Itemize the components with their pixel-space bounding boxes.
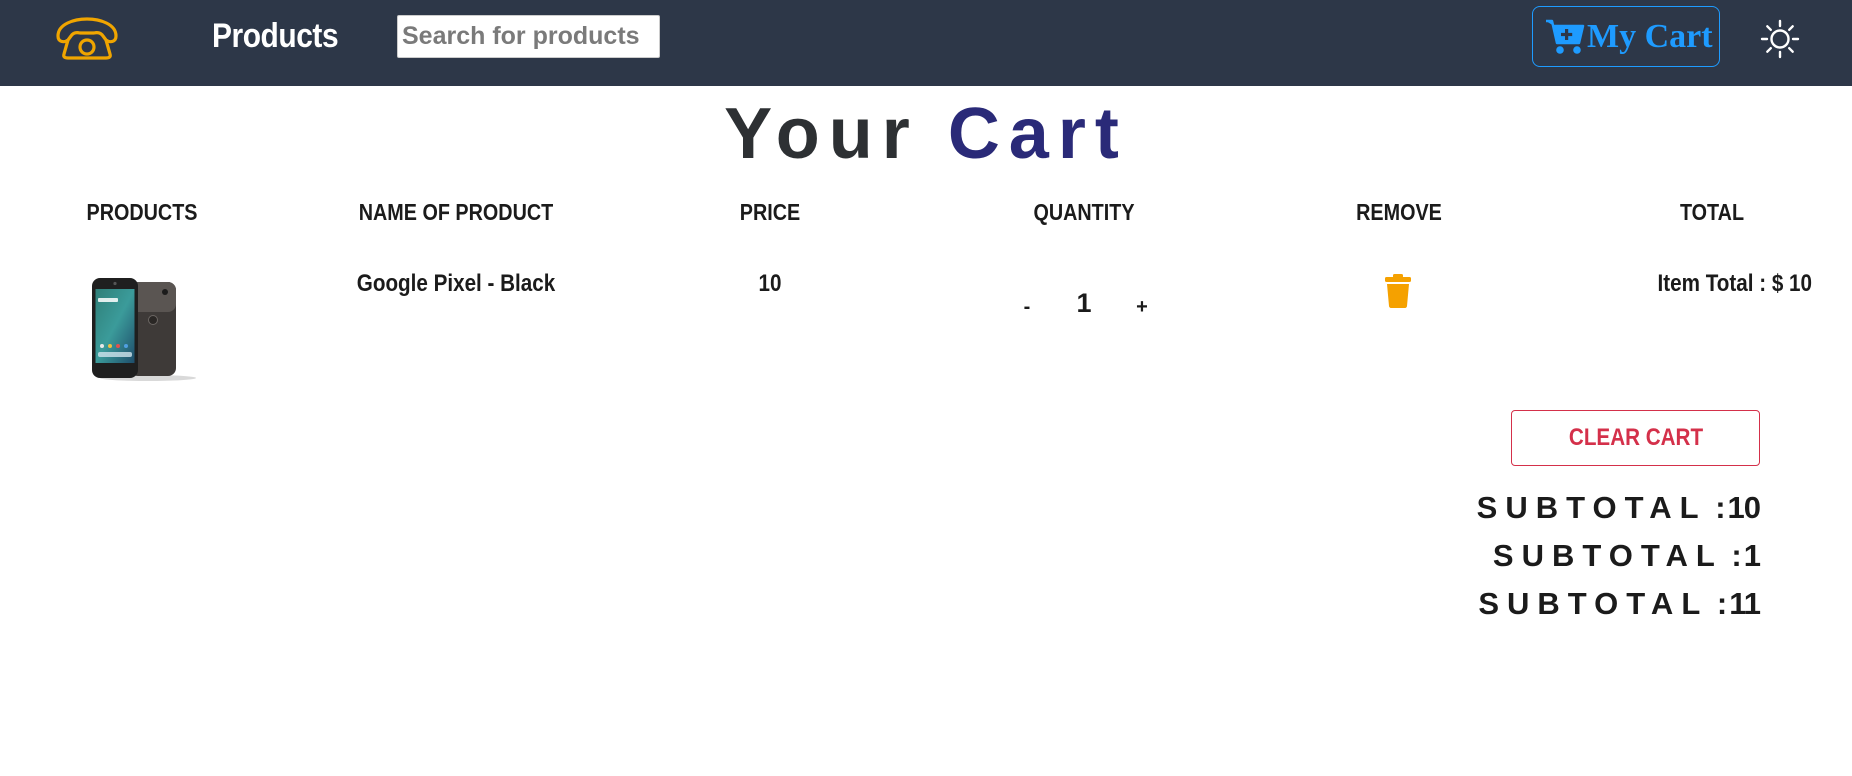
clear-cart-label: CLEAR CART (1568, 424, 1703, 451)
my-cart-label: My Cart (1587, 17, 1713, 55)
decrement-button[interactable]: - (1012, 292, 1042, 322)
header-quantity: QUANTITY (1033, 199, 1135, 225)
clear-cart-button[interactable]: CLEAR CART (1511, 410, 1760, 466)
page-title-part2: Cart (947, 94, 1128, 174)
header-products: PRODUCTS (86, 199, 198, 225)
header-total: TOTAL (1679, 199, 1745, 225)
summary-value: 1 (1743, 538, 1761, 573)
summary-tax: SUBTOTAL :1 (1492, 536, 1761, 576)
search-input[interactable] (397, 15, 660, 58)
summary-label: SUBTOTAL (1478, 586, 1709, 621)
trash-icon[interactable] (1384, 274, 1412, 308)
summary-label: SUBTOTAL (1492, 538, 1723, 573)
summary-sep: : (1731, 538, 1742, 573)
item-total: Item Total : $ 10 (1657, 270, 1812, 297)
telephone-icon[interactable] (54, 16, 120, 60)
summary-label: SUBTOTAL (1476, 490, 1707, 525)
product-name: Google Pixel - Black (356, 270, 556, 297)
header-name: NAME OF PRODUCT (358, 199, 554, 225)
summary-value: 10 (1727, 490, 1761, 525)
sun-icon[interactable] (1760, 19, 1800, 59)
nav-products-link[interactable]: Products (212, 14, 339, 58)
summary-sep: : (1715, 490, 1726, 525)
summary-total: SUBTOTAL :11 (1478, 584, 1761, 624)
quantity-value: 1 (1076, 288, 1092, 318)
page-title-part1: Your (724, 94, 919, 174)
summary-subtotal: SUBTOTAL :10 (1476, 488, 1761, 528)
page-title: Your Cart (0, 92, 1852, 176)
increment-button[interactable]: + (1127, 292, 1157, 322)
cart-plus-icon (1546, 19, 1585, 54)
summary-sep: : (1716, 586, 1728, 621)
product-image (92, 278, 196, 381)
navbar: Products My Cart (0, 0, 1852, 86)
header-price: PRICE (739, 199, 801, 225)
product-price: 10 (758, 270, 782, 297)
summary-value: 11 (1729, 586, 1761, 621)
header-remove: REMOVE (1356, 199, 1442, 225)
my-cart-button[interactable]: My Cart (1532, 6, 1720, 67)
